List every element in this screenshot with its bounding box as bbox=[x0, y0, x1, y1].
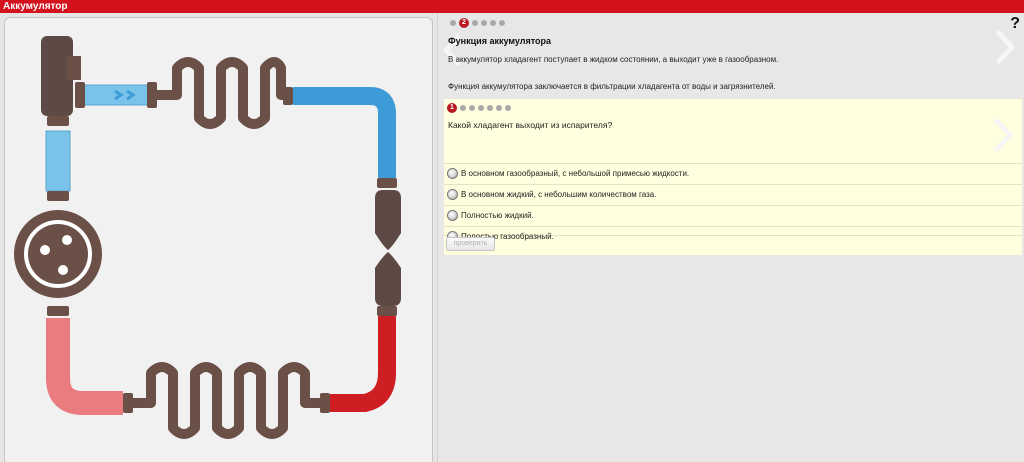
info-paragraph: В аккумулятор хладагент поступает в жидк… bbox=[448, 55, 779, 64]
quiz-option[interactable]: Полностью жидкий. bbox=[444, 205, 1022, 226]
quiz-option[interactable]: В основном жидкий, с небольшим количеств… bbox=[444, 184, 1022, 205]
quiz-option[interactable]: Полостью газообразный. bbox=[444, 226, 1022, 242]
coupling bbox=[283, 87, 293, 105]
expansion-valve-upper bbox=[375, 190, 401, 250]
left-blue-pipe bbox=[45, 130, 71, 192]
info-paragraph: Функция аккумулятора заключается в фильт… bbox=[448, 82, 776, 91]
coupling bbox=[47, 116, 69, 126]
coupling bbox=[377, 178, 397, 188]
quiz-option[interactable]: В основном газообразный, с небольшой при… bbox=[444, 163, 1022, 184]
step-dot[interactable] bbox=[450, 20, 456, 26]
radio-icon[interactable] bbox=[447, 189, 458, 200]
left-pink-pipe bbox=[46, 318, 123, 415]
compressor-plate bbox=[28, 224, 88, 284]
step-dot-active[interactable]: 2 bbox=[459, 18, 469, 28]
step-dot-active[interactable]: 1 bbox=[447, 103, 457, 113]
step-dot[interactable] bbox=[499, 20, 505, 26]
info-step-indicator: 2 bbox=[450, 18, 505, 28]
chevron-right-icon[interactable] bbox=[994, 29, 1018, 65]
ac-system-diagram bbox=[4, 17, 433, 462]
step-dot[interactable] bbox=[478, 105, 484, 111]
section-title: Функция аккумулятора bbox=[448, 36, 552, 46]
top-blue-pipe bbox=[80, 84, 152, 106]
quiz-step-indicator: 1 bbox=[447, 103, 511, 113]
coupling bbox=[377, 306, 397, 316]
compressor-port bbox=[62, 235, 72, 245]
step-dot[interactable] bbox=[490, 20, 496, 26]
coupling bbox=[47, 191, 69, 201]
step-dot[interactable] bbox=[481, 20, 487, 26]
evaporator-coil bbox=[157, 57, 289, 129]
check-button[interactable]: проверить bbox=[446, 237, 495, 251]
accumulator-neck bbox=[67, 56, 81, 80]
quiz-panel: 1 Какой хладагент выходит из испарителя?… bbox=[444, 99, 1022, 255]
condenser-coil bbox=[133, 362, 320, 439]
right-red-pipe bbox=[330, 316, 396, 412]
coupling bbox=[320, 393, 330, 413]
step-dot[interactable] bbox=[460, 105, 466, 111]
title-bar: Аккумулятор bbox=[0, 0, 1024, 13]
radio-icon[interactable] bbox=[447, 210, 458, 221]
radio-icon[interactable] bbox=[447, 168, 458, 179]
expansion-valve-lower bbox=[375, 252, 401, 306]
right-blue-pipe bbox=[293, 87, 396, 178]
compressor-port bbox=[58, 265, 68, 275]
step-dot[interactable] bbox=[472, 20, 478, 26]
coupling bbox=[47, 306, 69, 316]
coupling bbox=[75, 82, 85, 108]
option-label: В основном газообразный, с небольшой при… bbox=[461, 169, 690, 178]
refrigerant-circuit-illustration bbox=[14, 36, 401, 439]
step-dot[interactable] bbox=[496, 105, 502, 111]
chevron-right-icon[interactable] bbox=[992, 117, 1016, 153]
coupling bbox=[123, 393, 133, 413]
option-label: В основном жидкий, с небольшим количеств… bbox=[461, 190, 657, 199]
coupling bbox=[147, 82, 157, 108]
info-panel: ? 2 Функция аккумулятора В аккумулятор х… bbox=[437, 13, 1024, 462]
window-title: Аккумулятор bbox=[3, 1, 68, 12]
quiz-question: Какой хладагент выходит из испарителя? bbox=[448, 120, 613, 130]
step-dot[interactable] bbox=[487, 105, 493, 111]
step-dot[interactable] bbox=[505, 105, 511, 111]
step-dot[interactable] bbox=[469, 105, 475, 111]
option-label: Полностью жидкий. bbox=[461, 211, 534, 220]
compressor-port bbox=[40, 245, 50, 255]
